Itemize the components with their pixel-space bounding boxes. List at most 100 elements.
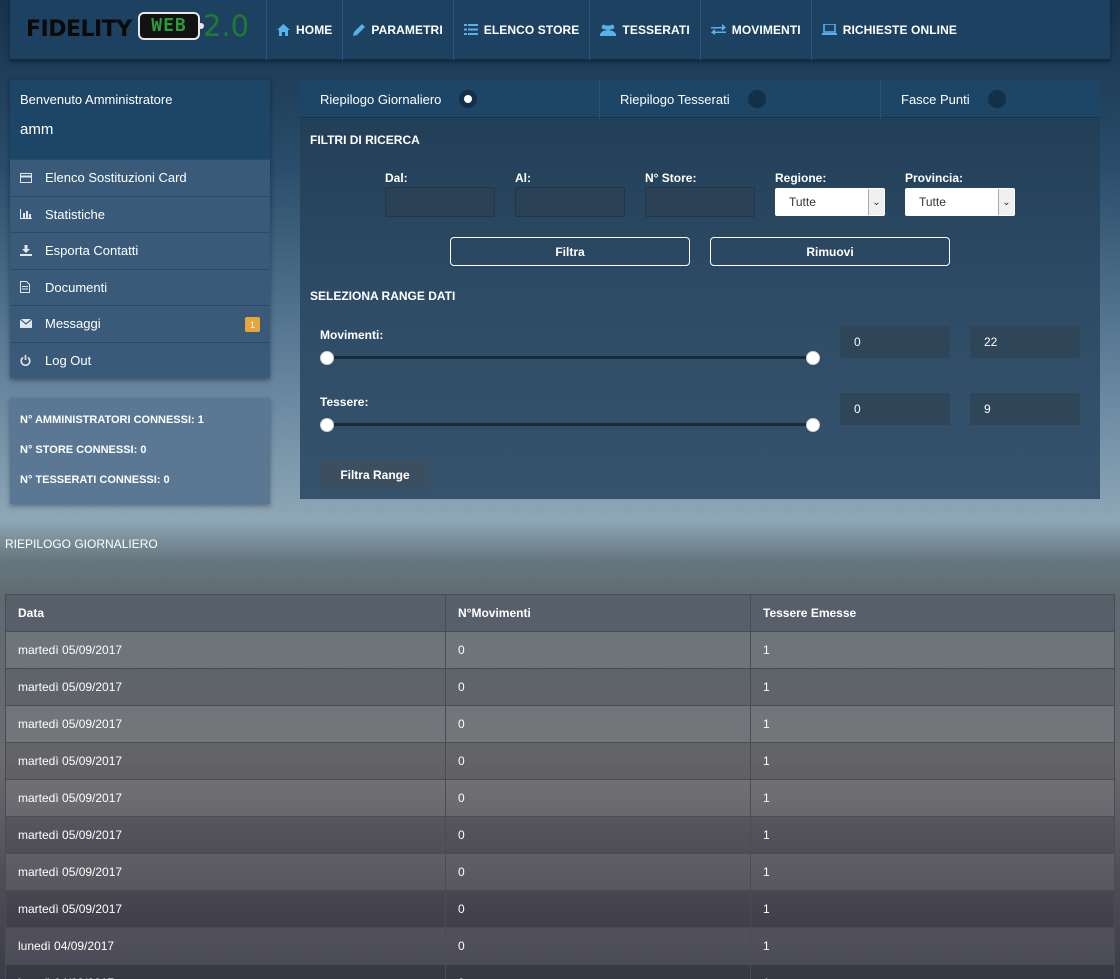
cell-tessere: 1 — [750, 631, 1115, 669]
welcome-panel: Benvenuto Amministratore amm — [10, 80, 270, 159]
movimenti-slider-track[interactable] — [327, 356, 813, 359]
cell-movimenti: 0 — [445, 964, 751, 979]
tessere-min-input[interactable]: 0 — [840, 393, 950, 425]
welcome-text: Benvenuto Amministratore — [20, 92, 173, 107]
tab-riepilogo-giornaliero[interactable]: Riepilogo Giornaliero — [300, 80, 600, 118]
sidebar-menu: Benvenuto Amministratore amm Elenco Sost… — [10, 80, 270, 378]
table-row: martedì 05/09/2017 0 1 — [5, 816, 1115, 854]
tab-label: Fasce Punti — [901, 91, 970, 107]
sidebar-item-label: Esporta Contatti — [45, 243, 139, 259]
sidebar-item-statistiche[interactable]: Statistiche — [10, 195, 270, 232]
cell-tessere: 1 — [750, 779, 1115, 817]
movimenti-slider-min-handle[interactable] — [320, 351, 334, 365]
members-connected-stat: N° TESSERATI CONNESSI: 0 — [20, 474, 170, 486]
cell-data: martedì 05/09/2017 — [5, 816, 446, 854]
table-header-row: Data N°Movimenti Tessere Emesse — [5, 594, 1115, 632]
cell-data: lunedì 04/09/2017 — [5, 927, 446, 965]
table-row: martedì 05/09/2017 0 1 — [5, 742, 1115, 780]
sidebar-item-elenco-sostituzioni-card[interactable]: Elenco Sostituzioni Card — [10, 159, 270, 196]
report-tabs: Riepilogo Giornaliero Riepilogo Tesserat… — [300, 80, 1100, 118]
pencil-icon — [353, 23, 366, 36]
cell-data: martedì 05/09/2017 — [5, 742, 446, 780]
rimuovi-button[interactable]: Rimuovi — [710, 237, 950, 266]
app-logo[interactable]: FIDELITY WEB 2.0 — [10, 0, 266, 60]
cell-movimenti: 0 — [445, 890, 751, 928]
nav-item-label: ELENCO STORE — [483, 22, 580, 37]
column-header-movimenti[interactable]: N°Movimenti — [445, 594, 751, 632]
tab-riepilogo-tesserati[interactable]: Riepilogo Tesserati — [600, 80, 881, 118]
store-number-input[interactable] — [645, 187, 755, 217]
cell-tessere: 1 — [750, 927, 1115, 965]
cell-data: martedì 05/09/2017 — [5, 853, 446, 891]
sidebar-item-label: Elenco Sostituzioni Card — [45, 170, 187, 186]
report-title: RIEPILOGO GIORNALIERO — [5, 537, 158, 551]
nav-menu: HOME PARAMETRI ELENCO STORE TESSERATI MO… — [266, 0, 967, 60]
range-title: SELEZIONA RANGE DATI — [310, 289, 456, 303]
regione-select[interactable]: Tutte ⌄ — [775, 188, 885, 216]
tessere-slider-max-handle[interactable] — [806, 418, 820, 432]
admins-connected-stat: N° AMMINISTRATORI CONNESSI: 1 — [20, 414, 204, 426]
bar-chart-icon — [20, 209, 45, 220]
sidebar-item-label: Log Out — [45, 352, 92, 368]
movimenti-min-input[interactable]: 0 — [840, 326, 950, 358]
tab-label: Riepilogo Giornaliero — [320, 91, 442, 107]
card-icon — [20, 172, 45, 183]
nav-item-home[interactable]: HOME — [266, 0, 342, 60]
cell-tessere: 1 — [750, 964, 1115, 979]
provincia-selected-value: Tutte — [919, 195, 946, 209]
cell-data: martedì 05/09/2017 — [5, 705, 446, 743]
movimenti-max-input[interactable]: 22 — [970, 326, 1080, 358]
cell-tessere: 1 — [750, 742, 1115, 780]
nav-item-elenco-store[interactable]: ELENCO STORE — [452, 0, 590, 60]
cell-tessere: 1 — [750, 853, 1115, 891]
tab-label: Riepilogo Tesserati — [620, 91, 730, 107]
sidebar-item-label: Statistiche — [45, 206, 105, 222]
list-icon — [463, 24, 478, 35]
al-date-input[interactable] — [515, 187, 625, 217]
cell-tessere: 1 — [750, 890, 1115, 928]
sidebar-item-documenti[interactable]: Documenti — [10, 268, 270, 305]
table-row: lunedì 04/09/201701 — [5, 927, 1115, 965]
tessere-max-input[interactable]: 9 — [970, 393, 1080, 425]
tab-toggle-off[interactable] — [987, 90, 1006, 108]
regione-selected-value: Tutte — [789, 195, 816, 209]
top-navbar: FIDELITY WEB 2.0 HOME PARAMETRI ELENCO S… — [10, 0, 1110, 60]
nav-item-label: PARAMETRI — [371, 22, 443, 37]
tab-toggle-off[interactable] — [747, 90, 766, 108]
provincia-select[interactable]: Tutte ⌄ — [905, 188, 1015, 216]
table-row: lunedì 04/09/201701 — [5, 964, 1115, 979]
cell-data: martedì 05/09/2017 — [5, 890, 446, 928]
nav-item-label: TESSERATI — [622, 22, 690, 37]
nav-item-richieste-online[interactable]: RICHIESTE ONLINE — [810, 0, 967, 60]
filtra-range-button[interactable]: Filtra Range — [320, 460, 430, 489]
daily-report-table: Data N°Movimenti Tessere Emesse martedì … — [5, 594, 1115, 979]
movimenti-slider-max-handle[interactable] — [806, 351, 820, 365]
al-label: Al: — [515, 171, 531, 185]
cell-data: martedì 05/09/2017 — [5, 631, 446, 669]
column-header-data[interactable]: Data — [5, 594, 446, 632]
nav-item-parametri[interactable]: PARAMETRI — [342, 0, 452, 60]
tab-toggle-on[interactable] — [459, 90, 478, 108]
logo-fidelity-text: FIDELITY — [26, 16, 132, 42]
filters-title: FILTRI DI RICERCA — [310, 133, 420, 147]
nav-item-movimenti[interactable]: MOVIMENTI — [699, 0, 811, 60]
table-row: martedì 05/09/2017 0 1 — [5, 890, 1115, 928]
filters-panel: FILTRI DI RICERCA Dal: Al: N° Store: Reg… — [300, 119, 1100, 499]
table-row: martedì 05/09/2017 0 1 — [5, 705, 1115, 743]
logo-web-badge: WEB — [138, 11, 204, 40]
regione-label: Regione: — [775, 171, 827, 185]
filtra-button[interactable]: Filtra — [450, 237, 690, 266]
dal-label: Dal: — [385, 171, 408, 185]
tab-fasce-punti[interactable]: Fasce Punti — [881, 80, 1100, 118]
column-header-tessere-emesse[interactable]: Tessere Emesse — [750, 594, 1115, 632]
table-row: martedì 05/09/2017 0 1 — [5, 631, 1115, 669]
tessere-slider-min-handle[interactable] — [320, 418, 334, 432]
dal-date-input[interactable] — [385, 187, 495, 217]
tessere-slider-track[interactable] — [327, 423, 813, 426]
sidebar-item-messaggi[interactable]: Messaggi 1 — [10, 305, 270, 342]
cell-tessere: 1 — [750, 705, 1115, 743]
sidebar-item-esporta-contatti[interactable]: Esporta Contatti — [10, 232, 270, 269]
sidebar-item-label: Messaggi — [45, 316, 101, 332]
nav-item-tesserati[interactable]: TESSERATI — [589, 0, 699, 60]
sidebar-item-log-out[interactable]: Log Out — [10, 341, 270, 378]
